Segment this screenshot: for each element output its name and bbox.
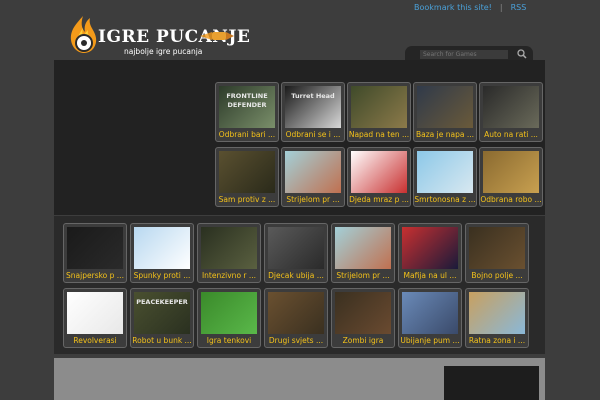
game-thumbnail[interactable] [268,227,324,269]
game-title[interactable]: Igra tenkovi [198,336,260,345]
game-tile[interactable]: Strijelom pr ... [331,223,395,283]
game-title[interactable]: Odbrani se i ... [282,130,344,139]
game-title[interactable]: Zombi igra [332,336,394,345]
game-thumbnail[interactable]: PEACEKEEPER [134,292,190,334]
game-thumbnail[interactable] [402,227,458,269]
game-tile[interactable]: PEACEKEEPER Robot u bunk ... [130,288,194,348]
footer-block [444,366,539,400]
bookmark-link[interactable]: Bookmark this site! [414,3,492,12]
thumbnail-title: PEACEKEEPER [136,298,188,306]
game-title[interactable]: Auto na rati ... [480,130,542,139]
game-tile[interactable]: Ratna zona i ... [465,288,529,348]
game-thumbnail[interactable] [285,151,341,193]
game-tile[interactable]: Baza je napa ... [413,82,477,142]
game-title[interactable]: Napad na ten ... [348,130,410,139]
game-title[interactable]: Odbrani bari ... [216,130,278,139]
game-tile[interactable]: Snajpersko p ... [63,223,127,283]
game-tile[interactable]: Turret Head Odbrani se i ... [281,82,345,142]
game-title[interactable]: Djecak ubija ... [265,271,327,280]
game-title[interactable]: Mafija na ul ... [399,271,461,280]
game-thumbnail[interactable] [417,86,473,128]
game-title[interactable]: Snajpersko p ... [64,271,126,280]
game-title[interactable]: Ratna zona i ... [466,336,528,345]
game-thumbnail[interactable] [201,227,257,269]
game-tile[interactable]: Mafija na ul ... [398,223,462,283]
game-tile[interactable]: Spunky proti ... [130,223,194,283]
game-tile[interactable]: Djecak ubija ... [264,223,328,283]
game-thumbnail[interactable] [335,227,391,269]
game-tile[interactable]: Revolverasi [63,288,127,348]
game-thumbnail[interactable] [335,292,391,334]
game-tile[interactable]: Auto na rati ... [479,82,543,142]
game-tile[interactable]: Intenzivno r ... [197,223,261,283]
game-thumbnail[interactable] [483,151,539,193]
game-tile[interactable]: Sam protiv z ... [215,147,279,207]
game-tile[interactable]: Ubijanje pum ... [398,288,462,348]
top-links: Bookmark this site! | RSS [414,3,526,12]
logo-subtitle: najbolje igre pucanja [124,47,203,56]
game-title[interactable]: Spunky proti ... [131,271,193,280]
game-tile[interactable]: FRONTLINE DEFENDER Odbrani bari ... [215,82,279,142]
game-title[interactable]: Strijelom pr ... [332,271,394,280]
site-logo[interactable]: IGRE PUCANJE najbolje igre pucanja [68,14,250,56]
game-thumbnail[interactable] [268,292,324,334]
game-title[interactable]: Sam protiv z ... [216,195,278,204]
game-tile[interactable]: Napad na ten ... [347,82,411,142]
game-thumbnail[interactable] [67,227,123,269]
game-title[interactable]: Baza je napa ... [414,130,476,139]
game-thumbnail[interactable] [417,151,473,193]
game-thumbnail[interactable] [134,227,190,269]
game-thumbnail[interactable] [219,151,275,193]
game-thumbnail[interactable] [483,86,539,128]
game-title[interactable]: Intenzivno r ... [198,271,260,280]
game-tile[interactable]: Odbrana robo ... [479,147,543,207]
game-thumbnail[interactable] [469,227,525,269]
thumbnail-title: FRONTLINE DEFENDER [226,92,268,109]
bullet-icon [200,32,234,40]
game-thumbnail[interactable] [402,292,458,334]
game-tile[interactable]: Drugi svjets ... [264,288,328,348]
game-thumbnail[interactable] [201,292,257,334]
game-title[interactable]: Ubijanje pum ... [399,336,461,345]
search-input[interactable] [420,50,508,59]
flame-icon [70,16,97,53]
game-thumbnail[interactable]: Turret Head [285,86,341,128]
game-title[interactable]: Odbrana robo ... [480,195,542,204]
thumbnail-title: Turret Head [291,92,335,100]
game-title[interactable]: Bojno polje ... [466,271,528,280]
game-thumbnail[interactable] [67,292,123,334]
game-title[interactable]: Revolverasi [64,336,126,345]
rss-link[interactable]: RSS [511,3,527,12]
game-title[interactable]: Drugi svjets ... [265,336,327,345]
game-title[interactable]: Strijelom pr ... [282,195,344,204]
game-tile[interactable]: Djeda mraz p ... [347,147,411,207]
game-tile[interactable]: Bojno polje ... [465,223,529,283]
game-thumbnail[interactable] [469,292,525,334]
game-title[interactable]: Robot u bunk ... [131,336,193,345]
game-title[interactable]: Smrtonosna z ... [414,195,476,204]
game-tile[interactable]: Zombi igra [331,288,395,348]
game-tile[interactable]: Smrtonosna z ... [413,147,477,207]
search-icon[interactable] [517,49,527,59]
link-separator: | [499,3,503,12]
game-thumbnail[interactable]: FRONTLINE DEFENDER [219,86,275,128]
game-title[interactable]: Djeda mraz p ... [348,195,410,204]
footer-panel [54,358,545,400]
game-tile[interactable]: Igra tenkovi [197,288,261,348]
game-thumbnail[interactable] [351,86,407,128]
game-tile[interactable]: Strijelom pr ... [281,147,345,207]
game-thumbnail[interactable] [351,151,407,193]
